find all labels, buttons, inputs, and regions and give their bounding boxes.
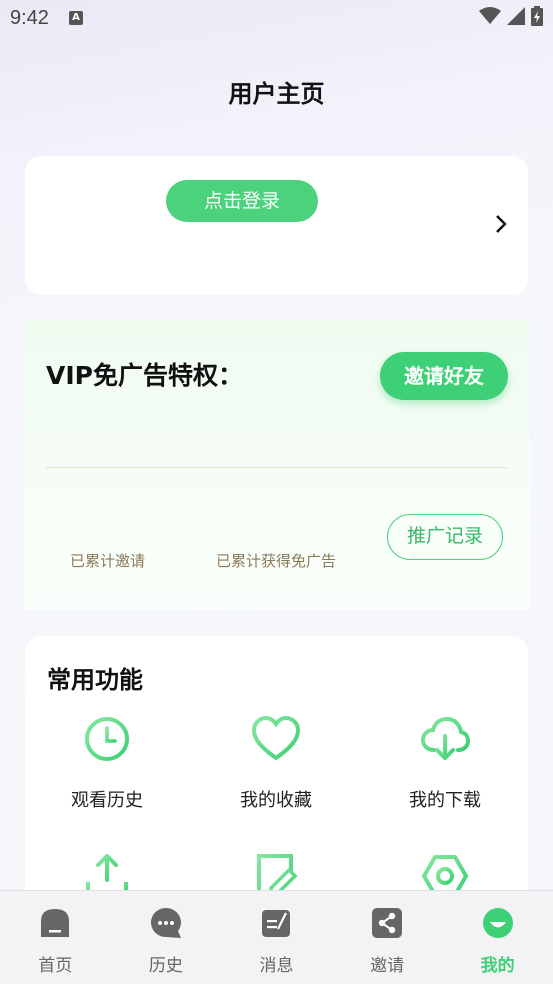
battery-icon (531, 6, 543, 26)
notification-a-icon: A (68, 11, 83, 25)
tab-history[interactable]: 历史 (111, 891, 222, 984)
signal-icon (507, 7, 525, 25)
wifi-icon (479, 7, 501, 24)
func-label: 观看历史 (71, 790, 143, 811)
tab-label: 我的 (480, 956, 515, 976)
profile-icon (482, 908, 513, 938)
message-icon (262, 910, 291, 937)
share-icon (372, 908, 403, 938)
status-bar: 9:42 A (0, 0, 553, 36)
tab-label: 历史 (148, 956, 183, 976)
promo-records-button[interactable]: 推广记录 (387, 514, 503, 560)
func-my-favorites[interactable]: 我的收藏 (206, 714, 346, 812)
func-label: 我的下载 (409, 790, 481, 811)
func-my-downloads[interactable]: 我的下载 (375, 714, 515, 812)
vip-card: VIP免广告特权： 邀请好友 推广记录 已累计邀请 已累计获得免广告 (24, 320, 530, 610)
cloud-download-icon (420, 716, 471, 760)
vip-title: VIP免广告特权： (46, 361, 243, 390)
login-card[interactable]: 点击登录 (25, 156, 528, 295)
tab-label: 消息 (259, 956, 294, 976)
chat-bubble-icon (150, 908, 181, 938)
bottom-tab-bar: 首页 历史 消息 邀请 我的 (0, 890, 553, 984)
vip-divider (46, 467, 507, 468)
status-icons (479, 6, 543, 26)
func-watch-history[interactable]: 观看历史 (37, 714, 177, 812)
stat-adfree-label: 已累计获得免广告 (216, 552, 337, 570)
tab-label: 首页 (38, 956, 73, 976)
func-label: 我的收藏 (240, 790, 312, 811)
page-title: 用户主页 (228, 80, 325, 108)
stat-invited-label: 已累计邀请 (70, 552, 146, 570)
tab-messages[interactable]: 消息 (221, 891, 332, 984)
tab-invite[interactable]: 邀请 (332, 891, 443, 984)
tab-label: 邀请 (370, 956, 405, 976)
heart-icon (251, 715, 301, 761)
chevron-right-icon[interactable] (494, 214, 508, 234)
invite-friends-button[interactable]: 邀请好友 (380, 352, 508, 400)
home-icon (41, 909, 70, 937)
tab-mine[interactable]: 我的 (442, 891, 553, 984)
tab-home[interactable]: 首页 (0, 891, 111, 984)
status-time: 9:42 (10, 6, 49, 29)
common-functions-title: 常用功能 (47, 666, 143, 694)
clock-icon (85, 717, 129, 761)
login-button[interactable]: 点击登录 (166, 180, 318, 222)
